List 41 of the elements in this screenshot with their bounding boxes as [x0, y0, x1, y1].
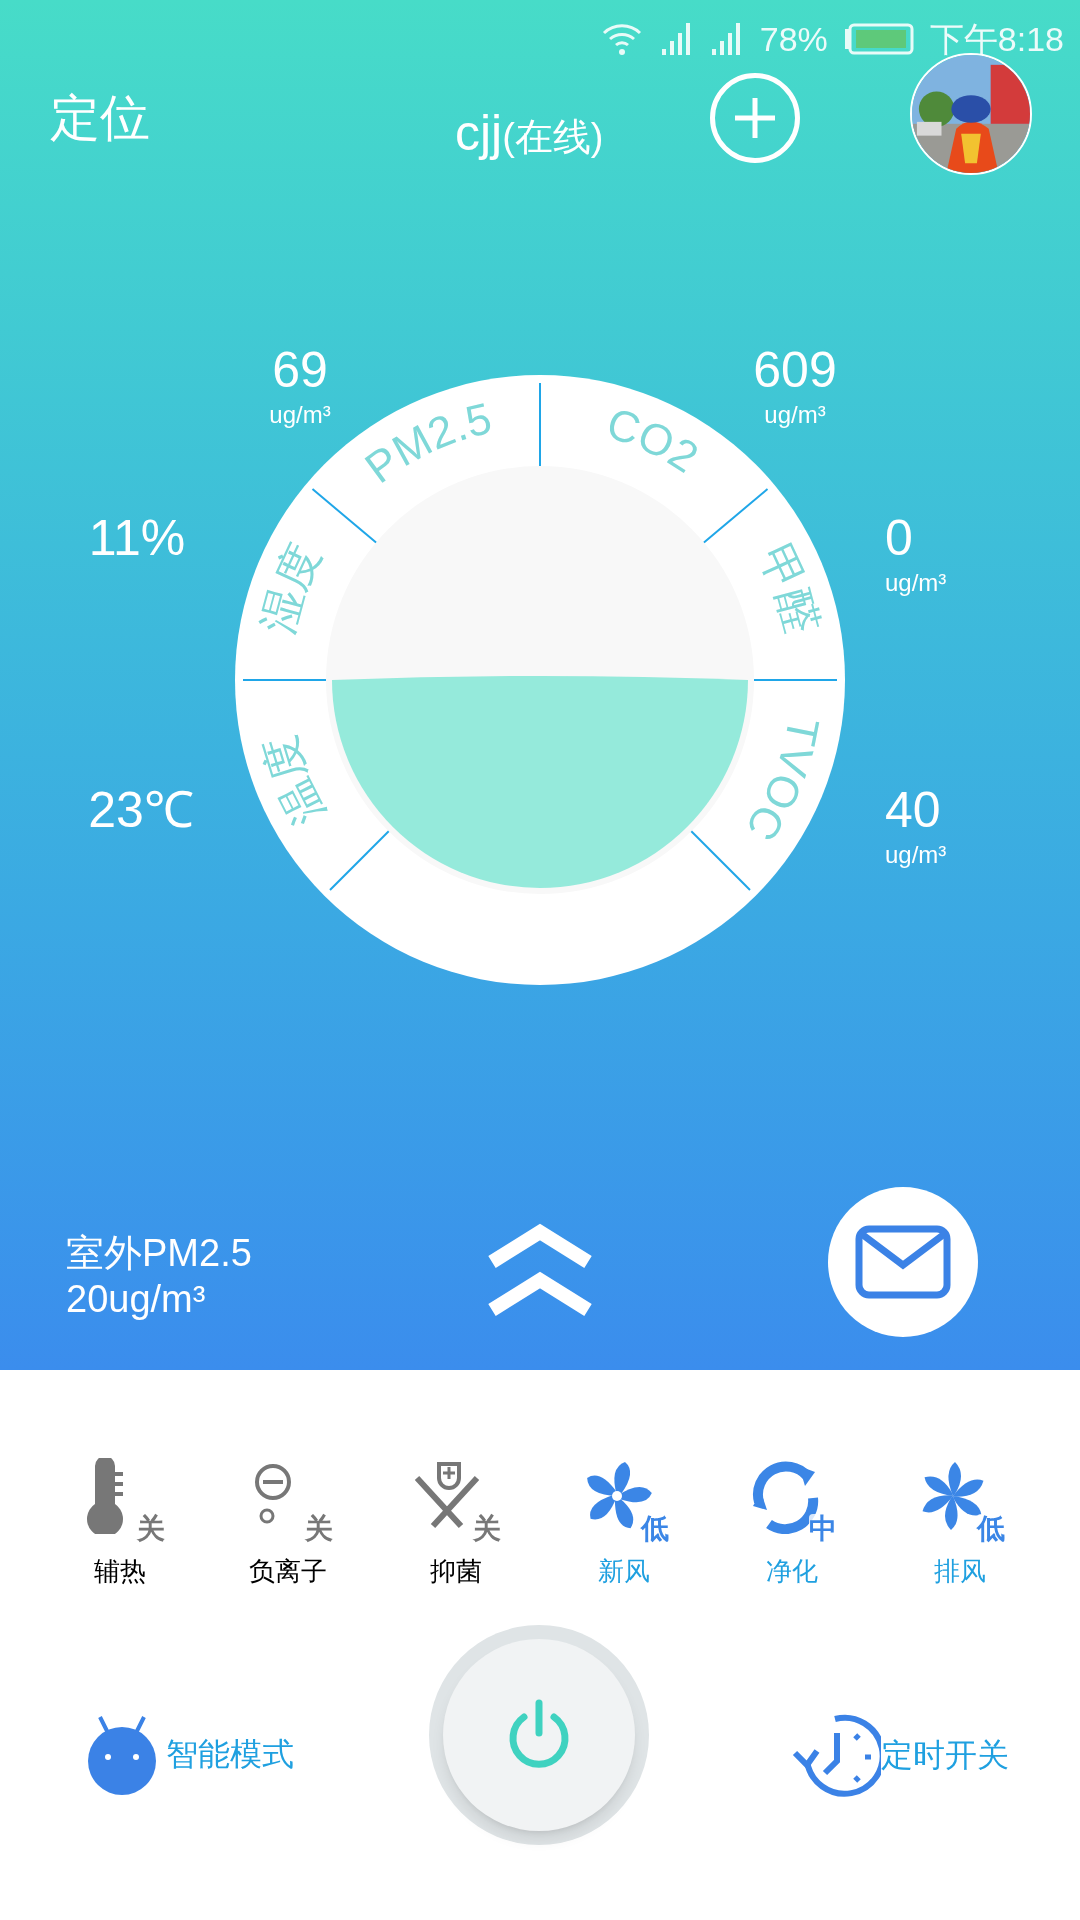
- divider-line: [702, 488, 769, 544]
- function-label[interactable]: 抑菌: [430, 1552, 482, 1591]
- status-time: 下午8:18: [929, 18, 1064, 60]
- mode-badge: 关: [305, 1514, 333, 1544]
- divider-line: [690, 830, 751, 891]
- function-label[interactable]: 辅热: [94, 1552, 146, 1591]
- function-label[interactable]: 负离子: [249, 1552, 327, 1591]
- mode-badge: 中: [809, 1514, 837, 1544]
- mode-badge: 低: [977, 1514, 1005, 1544]
- sensor-value: 69: [272, 341, 328, 400]
- smart-mode-link[interactable]: 智能模式: [166, 1730, 294, 1778]
- mail-icon: [855, 1225, 951, 1299]
- sensor-unit: ug/m³: [885, 568, 947, 598]
- sensor-ring-label: CO2: [601, 397, 708, 482]
- mode-badge: 关: [137, 1514, 165, 1544]
- outdoor-value: 20ug/m³: [66, 1277, 207, 1322]
- sensor-value: 23℃: [88, 781, 194, 840]
- sensor-unit: ug/m³: [764, 400, 826, 430]
- sensor-unit: ug/m³: [269, 400, 331, 430]
- battery-percent: 78%: [759, 18, 828, 60]
- outdoor-label: 室外PM2.5: [66, 1231, 252, 1276]
- sensor-ring-label: 湿度: [252, 536, 330, 639]
- sensor-value: 40: [885, 781, 941, 840]
- locate-link[interactable]: 定位: [50, 80, 150, 156]
- device-name: cjj: [455, 104, 503, 163]
- sensor-value: 609: [753, 341, 837, 400]
- sensor-ring-label: 甲醛: [750, 536, 828, 639]
- function-label[interactable]: 排风: [934, 1552, 986, 1591]
- sensor-unit: ug/m³: [885, 840, 947, 870]
- battery-icon: [843, 23, 914, 55]
- function-label[interactable]: 新风: [598, 1552, 650, 1591]
- mode-badge: 低: [641, 1514, 669, 1544]
- sensor-value: 11%: [88, 509, 186, 568]
- function-label[interactable]: 净化: [766, 1552, 818, 1591]
- sensor-ring-label: 温度: [254, 729, 334, 833]
- plus-icon: [733, 96, 777, 140]
- timer-link[interactable]: 定时开关: [881, 1731, 1009, 1779]
- mode-badge: 关: [473, 1514, 501, 1544]
- sensor-value: 0: [885, 509, 913, 568]
- device-status: (在线): [502, 115, 604, 160]
- divider-line: [329, 830, 390, 891]
